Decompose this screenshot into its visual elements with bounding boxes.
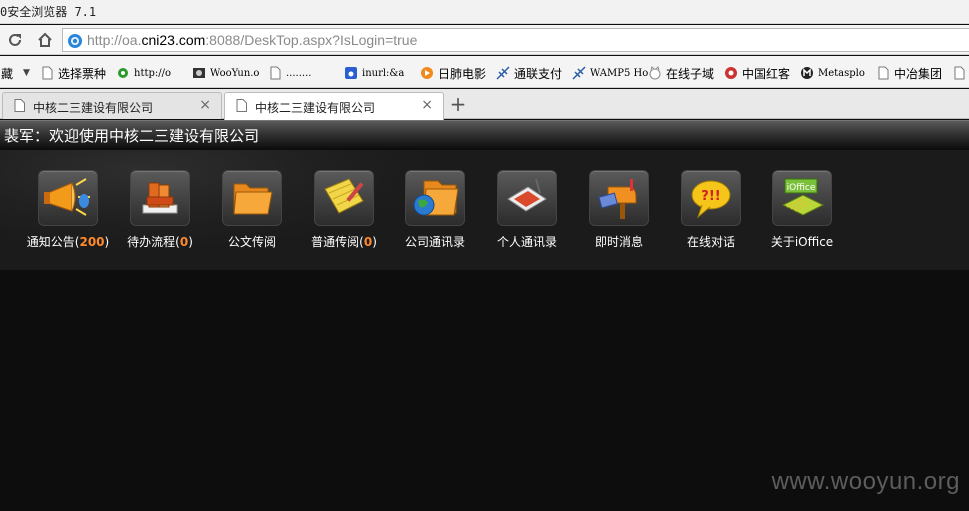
globe-icon bbox=[68, 34, 82, 48]
cat-icon bbox=[649, 66, 661, 80]
tile-about-ioffice[interactable]: iOffice 关于iOffice bbox=[756, 170, 848, 255]
tile-company-contacts[interactable]: 公司通讯录 bbox=[389, 170, 481, 255]
tile-count: 200 bbox=[79, 235, 105, 249]
navigation-bar: http://oa.cni23.com:8088/DeskTop.aspx?Is… bbox=[0, 25, 969, 55]
bookmarks-bar: 藏 ▼ 选择票种 http://o WooYun.o ........ inur… bbox=[0, 56, 969, 88]
page-icon bbox=[954, 66, 965, 80]
close-icon[interactable]: × bbox=[421, 98, 433, 112]
ioffice-chip-icon: iOffice bbox=[781, 178, 825, 216]
bookmark-item[interactable]: Metasplo bbox=[800, 64, 865, 82]
tab-label: 中核二三建设有限公司 bbox=[33, 101, 154, 115]
tile-document-circulation[interactable]: 公文传阅 bbox=[206, 170, 298, 255]
bookmark-item[interactable]: 日肺电影 bbox=[420, 64, 486, 82]
tile-instant-messages[interactable]: 即时消息 bbox=[573, 170, 665, 255]
folder-icon bbox=[233, 183, 273, 215]
tile-caption: 即时消息 bbox=[594, 235, 643, 249]
title-bar: 0安全浏览器 7.1 bbox=[0, 0, 969, 24]
page-icon bbox=[878, 66, 889, 80]
bookmark-item[interactable]: 在线子域 bbox=[648, 64, 714, 82]
bookmark-item[interactable]: http://o bbox=[116, 64, 171, 82]
desktop-icon-panel: 通知公告(200) 待办流程(0) 公文传阅 普通传阅(0) 公司通讯录 个人通… bbox=[0, 150, 969, 270]
tile-pending-flows[interactable]: 待办流程(0) bbox=[114, 170, 206, 255]
bookmark-item[interactable]: 通联支付 bbox=[496, 64, 562, 82]
welcome-banner: 裴军：欢迎使用中核二三建设有限公司 bbox=[0, 120, 969, 150]
welcome-text: 裴军：欢迎使用中核二三建设有限公司 bbox=[4, 127, 260, 145]
refresh-button[interactable] bbox=[4, 30, 26, 50]
wooyun-icon bbox=[193, 68, 205, 78]
tile-caption: 公文传阅 bbox=[227, 235, 276, 249]
bookmark-item[interactable]: WAMP5 Ho bbox=[572, 64, 648, 82]
window-title: 0安全浏览器 7.1 bbox=[0, 5, 97, 19]
bookmark-item[interactable]: WooYun.o bbox=[192, 64, 259, 82]
address-field[interactable]: http://oa.cni23.com:8088/DeskTop.aspx?Is… bbox=[62, 28, 969, 52]
chevron-down-icon: ▼ bbox=[23, 68, 30, 78]
tile-caption: 在线对话 bbox=[686, 235, 735, 249]
megaphone-icon bbox=[44, 178, 90, 216]
flower-icon bbox=[725, 67, 737, 79]
bookmark-item[interactable]: 选择票种 bbox=[40, 64, 106, 82]
page-content: 裴军：欢迎使用中核二三建设有限公司 通知公告(200) 待办流程(0) 公文传阅… bbox=[0, 120, 969, 511]
refresh-icon bbox=[9, 33, 21, 46]
metasploit-icon bbox=[801, 67, 813, 79]
tile-count: 0 bbox=[179, 235, 189, 249]
watermark: www.wooyun.org bbox=[771, 468, 960, 495]
signal-icon bbox=[572, 66, 586, 80]
tile-caption: 待办流程(0) bbox=[127, 235, 193, 249]
pda-icon bbox=[507, 178, 547, 212]
tile-caption: 公司通讯录 bbox=[404, 235, 465, 249]
notepad-icon bbox=[324, 178, 364, 214]
tile-caption: 通知公告(200) bbox=[26, 235, 110, 249]
paw-icon bbox=[345, 67, 357, 79]
signal-icon bbox=[496, 66, 510, 80]
books-icon bbox=[142, 182, 178, 214]
tile-personal-contacts[interactable]: 个人通讯录 bbox=[481, 170, 573, 255]
mailbox-icon bbox=[598, 179, 637, 219]
svg-text:iOffice: iOffice bbox=[787, 183, 816, 193]
tab-strip: 中核二三建设有限公司 × 中核二三建设有限公司 × + bbox=[0, 89, 969, 120]
tile-notices[interactable]: 通知公告(200) bbox=[22, 170, 114, 255]
bookmark-item[interactable]: 中冶集团 bbox=[876, 64, 942, 82]
chat-bubble-icon: ?!! bbox=[691, 180, 731, 219]
page-icon bbox=[14, 99, 25, 112]
tab-active[interactable]: 中核二三建设有限公司 × bbox=[224, 92, 444, 120]
tile-caption: 个人通讯录 bbox=[496, 235, 557, 249]
bookmark-item[interactable]: 中国红客 bbox=[724, 64, 790, 82]
home-button[interactable] bbox=[34, 30, 56, 50]
page-icon bbox=[236, 99, 247, 112]
page-icon bbox=[42, 66, 53, 80]
page-icon bbox=[270, 66, 281, 80]
contacts-folder-icon bbox=[413, 180, 459, 216]
bookmark-item[interactable]: ........ bbox=[268, 64, 311, 82]
address-url: http://oa.cni23.com:8088/DeskTop.aspx?Is… bbox=[87, 32, 418, 48]
tile-caption: 普通传阅(0) bbox=[311, 235, 377, 249]
home-icon bbox=[38, 32, 52, 47]
play-icon bbox=[421, 67, 433, 79]
tile-count: 0 bbox=[363, 235, 373, 249]
tile-caption: 关于iOffice bbox=[770, 235, 834, 249]
tab-inactive[interactable]: 中核二三建设有限公司 × bbox=[2, 92, 222, 119]
bookmarks-menu[interactable]: 藏 ▼ bbox=[1, 64, 30, 82]
tile-general-circulation[interactable]: 普通传阅(0) bbox=[298, 170, 390, 255]
bookmark-item-partial[interactable] bbox=[952, 64, 969, 82]
bookmark-item[interactable]: inurl:&a bbox=[344, 64, 404, 82]
gear-icon bbox=[118, 68, 128, 78]
new-tab-button[interactable]: + bbox=[446, 94, 470, 116]
close-icon[interactable]: × bbox=[199, 98, 211, 112]
tile-online-chat[interactable]: ?!! 在线对话 bbox=[665, 170, 757, 255]
tab-label: 中核二三建设有限公司 bbox=[255, 101, 376, 115]
svg-text:?!!: ?!! bbox=[701, 189, 720, 204]
